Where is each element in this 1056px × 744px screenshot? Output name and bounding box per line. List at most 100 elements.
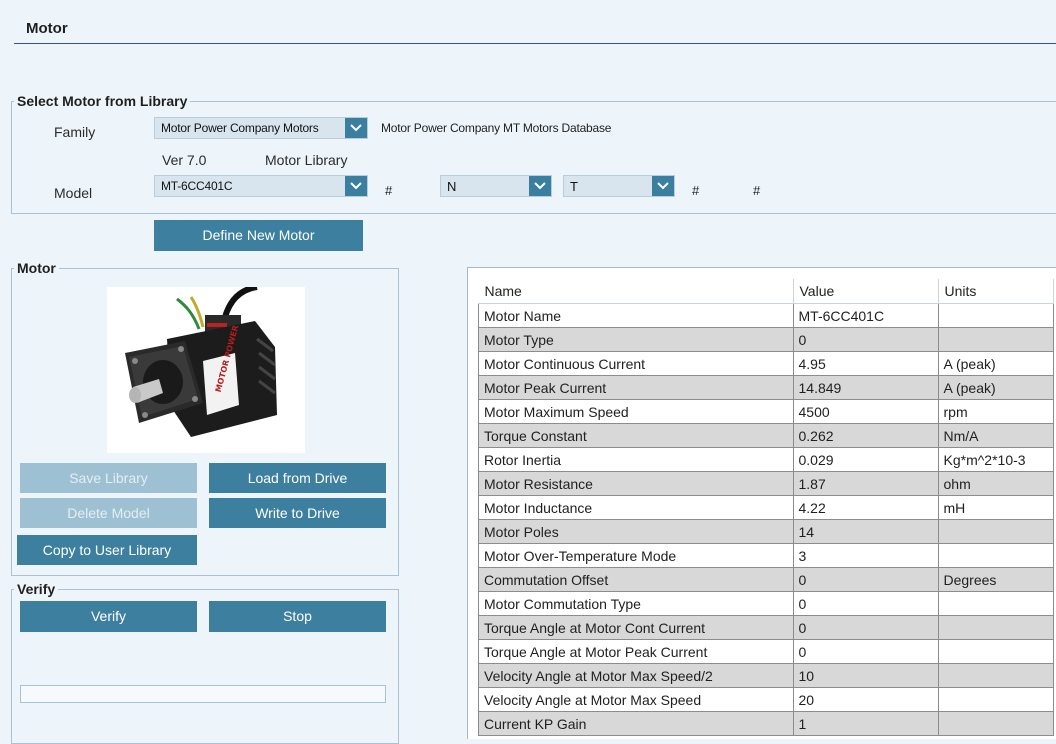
verify-button[interactable]: Verify <box>20 601 197 632</box>
table-row[interactable]: Motor Type 0 <box>478 327 1054 352</box>
cell-units[interactable] <box>937 519 1054 544</box>
table-row[interactable]: Motor Commutation Type 0 <box>478 591 1054 616</box>
cell-units[interactable] <box>937 327 1054 352</box>
table-row[interactable]: Torque Angle at Motor Peak Current 0 <box>478 639 1054 664</box>
column-header-name[interactable]: Name <box>478 279 794 304</box>
column-header-units[interactable]: Units <box>938 279 1054 304</box>
cell-units[interactable] <box>937 663 1054 688</box>
motor-image: MOTOR POWER <box>107 284 305 453</box>
define-new-motor-button[interactable]: Define New Motor <box>154 220 363 251</box>
hash-indicator: # <box>753 183 761 198</box>
cell-name[interactable]: Motor Over-Temperature Mode <box>478 543 794 568</box>
cell-name[interactable]: Torque Constant <box>478 423 794 448</box>
table-header-row: Name Value Units <box>478 279 1054 304</box>
table-row[interactable]: Motor Over-Temperature Mode 3 <box>478 543 1054 568</box>
cell-units[interactable]: rpm <box>937 399 1054 424</box>
cell-value[interactable]: 4.95 <box>792 351 939 376</box>
n-dropdown-value: N <box>447 179 457 194</box>
cell-units[interactable] <box>937 591 1054 616</box>
motor-group-legend: Motor <box>17 260 56 276</box>
family-dropdown[interactable]: Motor Power Company Motors <box>154 117 368 139</box>
chevron-down-icon[interactable] <box>652 176 674 196</box>
cell-name[interactable]: Motor Peak Current <box>478 375 794 400</box>
table-row[interactable]: Current KP Gain 1 <box>478 711 1054 736</box>
cell-name[interactable]: Motor Poles <box>478 519 794 544</box>
cell-units[interactable] <box>937 711 1054 736</box>
cell-units[interactable]: Degrees <box>937 567 1054 592</box>
cell-value[interactable]: 0 <box>792 639 939 664</box>
cell-name[interactable]: Motor Continuous Current <box>478 351 794 376</box>
copy-to-user-library-button[interactable]: Copy to User Library <box>17 535 197 565</box>
library-name: Motor Library <box>265 152 348 168</box>
cell-value[interactable]: 3 <box>792 543 939 568</box>
table-row[interactable]: Motor Maximum Speed 4500 rpm <box>478 399 1054 424</box>
cell-units[interactable]: Kg*m^2*10-3 <box>937 447 1054 472</box>
table-row[interactable]: Rotor Inertia 0.029 Kg*m^2*10-3 <box>478 447 1054 472</box>
table-row[interactable]: Motor Poles 14 <box>478 519 1054 544</box>
cell-value[interactable]: 1 <box>792 711 939 736</box>
cell-value[interactable]: 20 <box>792 687 939 712</box>
cell-name[interactable]: Current KP Gain <box>478 711 794 736</box>
chevron-down-icon[interactable] <box>345 176 367 196</box>
cell-units[interactable] <box>937 639 1054 664</box>
cell-units[interactable]: ohm <box>937 471 1054 496</box>
cell-value[interactable]: MT-6CC401C <box>792 303 939 328</box>
cell-units[interactable]: Nm/A <box>937 423 1054 448</box>
write-to-drive-button[interactable]: Write to Drive <box>209 498 386 528</box>
cell-name[interactable]: Torque Angle at Motor Peak Current <box>478 639 794 664</box>
cell-units[interactable] <box>937 687 1054 712</box>
cell-name[interactable]: Torque Angle at Motor Cont Current <box>478 615 794 640</box>
cell-units[interactable] <box>937 615 1054 640</box>
load-from-drive-button[interactable]: Load from Drive <box>209 463 386 493</box>
cell-value[interactable]: 0 <box>792 567 939 592</box>
table-row[interactable]: Torque Angle at Motor Cont Current 0 <box>478 615 1054 640</box>
table-row[interactable]: Torque Constant 0.262 Nm/A <box>478 423 1054 448</box>
save-library-button[interactable]: Save Library <box>20 463 197 493</box>
family-label: Family <box>54 124 96 140</box>
cell-name[interactable]: Motor Maximum Speed <box>478 399 794 424</box>
cell-value[interactable]: 4.22 <box>792 495 939 520</box>
model-dropdown-value: MT-6CC401C <box>161 179 233 193</box>
cell-name[interactable]: Commutation Offset <box>478 567 794 592</box>
chevron-down-icon[interactable] <box>529 176 551 196</box>
delete-model-button[interactable]: Delete Model <box>20 498 197 528</box>
cell-value[interactable]: 0 <box>792 615 939 640</box>
cell-value[interactable]: 1.87 <box>792 471 939 496</box>
cell-value[interactable]: 0.262 <box>792 423 939 448</box>
cell-name[interactable]: Motor Inductance <box>478 495 794 520</box>
cell-units[interactable]: A (peak) <box>937 351 1054 376</box>
cell-name[interactable]: Motor Commutation Type <box>478 591 794 616</box>
n-dropdown[interactable]: N <box>440 175 552 197</box>
cell-name[interactable]: Motor Resistance <box>478 471 794 496</box>
cell-value[interactable]: 0 <box>792 327 939 352</box>
t-dropdown[interactable]: T <box>563 175 675 197</box>
table-row[interactable]: Velocity Angle at Motor Max Speed/2 10 <box>478 663 1054 688</box>
cell-value[interactable]: 14 <box>792 519 939 544</box>
model-label: Model <box>54 185 93 201</box>
table-row[interactable]: Velocity Angle at Motor Max Speed 20 <box>478 687 1054 712</box>
model-dropdown[interactable]: MT-6CC401C <box>154 175 368 197</box>
cell-name[interactable]: Velocity Angle at Motor Max Speed/2 <box>478 663 794 688</box>
table-row[interactable]: Motor Peak Current 14.849 A (peak) <box>478 375 1054 400</box>
table-row[interactable]: Motor Continuous Current 4.95 A (peak) <box>478 351 1054 376</box>
table-row[interactable]: Commutation Offset 0 Degrees <box>478 567 1054 592</box>
stop-button[interactable]: Stop <box>209 601 386 632</box>
cell-units[interactable] <box>937 543 1054 568</box>
cell-value[interactable]: 4500 <box>792 399 939 424</box>
table-row[interactable]: Motor Inductance 4.22 mH <box>478 495 1054 520</box>
cell-units[interactable] <box>937 303 1054 328</box>
cell-value[interactable]: 0.029 <box>792 447 939 472</box>
cell-name[interactable]: Rotor Inertia <box>478 447 794 472</box>
column-header-value[interactable]: Value <box>793 279 939 304</box>
cell-value[interactable]: 10 <box>792 663 939 688</box>
cell-units[interactable]: A (peak) <box>937 375 1054 400</box>
cell-value[interactable]: 0 <box>792 591 939 616</box>
cell-value[interactable]: 14.849 <box>792 375 939 400</box>
chevron-down-icon[interactable] <box>345 118 367 138</box>
cell-name[interactable]: Motor Name <box>478 303 794 328</box>
table-row[interactable]: Motor Name MT-6CC401C <box>478 303 1054 328</box>
cell-units[interactable]: mH <box>937 495 1054 520</box>
cell-name[interactable]: Motor Type <box>478 327 794 352</box>
table-row[interactable]: Motor Resistance 1.87 ohm <box>478 471 1054 496</box>
cell-name[interactable]: Velocity Angle at Motor Max Speed <box>478 687 794 712</box>
